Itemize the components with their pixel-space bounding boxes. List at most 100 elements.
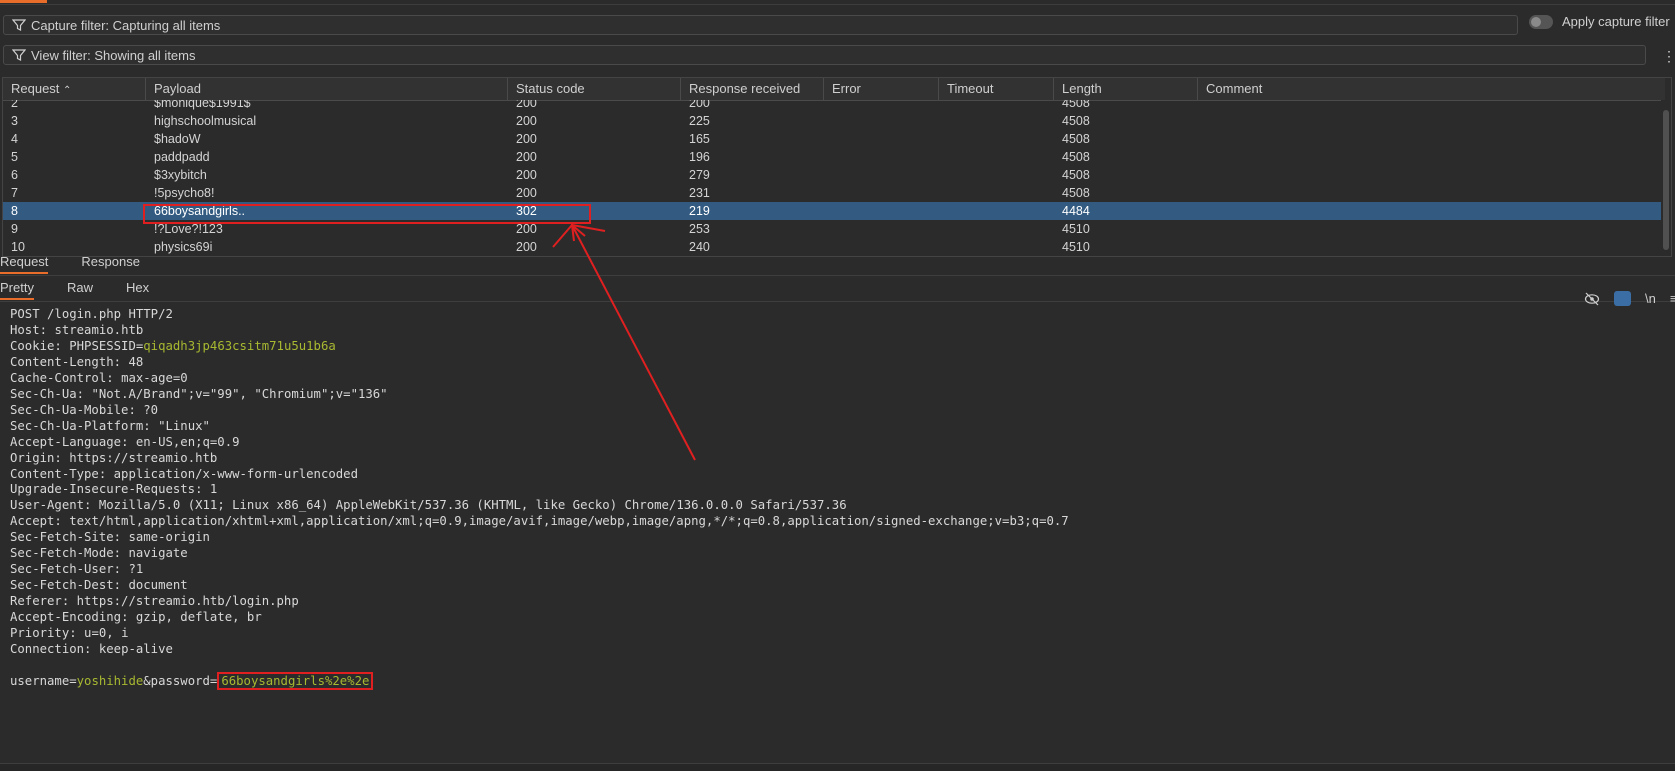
menu-icon[interactable]: ≡ bbox=[1670, 291, 1675, 306]
col-header-timeout[interactable]: Timeout bbox=[939, 78, 1054, 100]
table-body: 2 $monique$1991$ 200 200 4508 3 highschoolmusi… bbox=[3, 100, 1665, 256]
col-header-received[interactable]: Response received bbox=[681, 78, 824, 100]
cell-error bbox=[824, 148, 939, 166]
http-header: Content-Type: application/x-www-form-url… bbox=[10, 466, 358, 481]
message-tabs: Request Response bbox=[0, 248, 173, 274]
cell-status: 200 bbox=[516, 132, 537, 146]
header-name: Sec-Fetch-Mode bbox=[10, 546, 114, 561]
capture-filter-label: Capture filter: Capturing all items bbox=[31, 17, 221, 33]
tab-request[interactable]: Request bbox=[0, 254, 49, 274]
apply-capture-filter-toggle[interactable] bbox=[1529, 14, 1553, 29]
header-name: Sec-Fetch-Dest bbox=[10, 578, 114, 593]
tab-response[interactable]: Response bbox=[81, 254, 140, 274]
cell-request: 8 bbox=[11, 204, 18, 218]
table-row[interactable]: 8 66boysandgirls.. 302 219 4484 bbox=[3, 202, 1665, 220]
table-row[interactable]: 9 !?Love?!123 200 253 4510 bbox=[3, 220, 1665, 238]
col-header-error[interactable]: Error bbox=[824, 78, 939, 100]
cell-comment bbox=[1198, 148, 1665, 166]
word-wrap-icon[interactable] bbox=[1614, 291, 1631, 306]
cell-payload: $hadoW bbox=[154, 132, 201, 146]
col-header-comment[interactable]: Comment bbox=[1198, 78, 1665, 100]
header-value: https://streamio.htb/login.php bbox=[76, 594, 299, 609]
http-header: User-Agent: Mozilla/5.0 (X11; Linux x86_… bbox=[10, 498, 847, 513]
cell-timeout bbox=[939, 184, 1054, 202]
header-value: PHPSESSID=qiqadh3jp463csitm71u5u1b6a bbox=[69, 339, 336, 353]
cell-error bbox=[824, 130, 939, 148]
cell-request: 2 bbox=[11, 100, 18, 110]
param-name: &password= bbox=[143, 673, 218, 688]
header-value: ?1 bbox=[128, 562, 144, 577]
cell-length: 4508 bbox=[1062, 100, 1090, 110]
cell-received: 231 bbox=[689, 186, 710, 200]
header-name: Connection bbox=[10, 641, 85, 656]
cell-length: 4508 bbox=[1062, 150, 1090, 164]
http-header: Origin: https://streamio.htb bbox=[10, 450, 218, 465]
cell-status: 200 bbox=[516, 168, 537, 182]
header-name: Sec-Fetch-User bbox=[10, 562, 114, 577]
table-scrollbar[interactable] bbox=[1661, 100, 1671, 256]
table-row[interactable]: 4 $hadoW 200 165 4508 bbox=[3, 130, 1665, 148]
top-tab-strip bbox=[0, 0, 1675, 5]
cell-error bbox=[824, 238, 939, 256]
cell-status: 200 bbox=[516, 114, 537, 128]
cell-comment bbox=[1198, 202, 1665, 220]
cell-payload: $3xybitch bbox=[154, 168, 207, 182]
http-header: Sec-Ch-Ua-Platform: "Linux" bbox=[10, 418, 210, 433]
tab-pretty[interactable]: Pretty bbox=[0, 280, 34, 300]
col-header-length[interactable]: Length bbox=[1054, 78, 1198, 100]
cell-error bbox=[824, 202, 939, 220]
table-row[interactable]: 5 paddpadd 200 196 4508 bbox=[3, 148, 1665, 166]
cell-status: 200 bbox=[516, 240, 537, 254]
cell-error bbox=[824, 184, 939, 202]
header-name: Sec-Ch-Ua bbox=[10, 386, 77, 401]
table-row[interactable]: 6 $3xybitch 200 279 4508 bbox=[3, 166, 1665, 184]
http-header: Content-Length: 48 bbox=[10, 354, 144, 369]
http-header: Cache-Control: max-age=0 bbox=[10, 370, 188, 385]
filter-icon bbox=[12, 49, 26, 61]
cell-comment bbox=[1198, 112, 1665, 130]
header-name: Sec-Fetch-Site bbox=[10, 530, 114, 545]
active-tab-indicator bbox=[0, 0, 47, 3]
request-editor[interactable]: POST /login.php HTTP/2 Host: streamio.htb… bbox=[0, 307, 1675, 757]
http-header: Sec-Fetch-Site: same-origin bbox=[10, 530, 210, 545]
capture-filter-bar[interactable]: Capture filter: Capturing all items bbox=[3, 15, 1518, 35]
cell-timeout bbox=[939, 148, 1054, 166]
cell-timeout bbox=[939, 112, 1054, 130]
cell-error bbox=[824, 220, 939, 238]
view-filter-bar[interactable]: View filter: Showing all items bbox=[3, 45, 1646, 65]
table-row[interactable]: 10 physics69i 200 240 4510 bbox=[3, 238, 1665, 256]
hide-non-printable-icon[interactable] bbox=[1584, 292, 1600, 306]
cell-comment bbox=[1198, 100, 1665, 112]
newline-toggle[interactable]: \n bbox=[1645, 291, 1656, 306]
cell-status: 302 bbox=[516, 204, 537, 218]
scrollbar-thumb[interactable] bbox=[1663, 110, 1669, 250]
cell-payload: 66boysandgirls.. bbox=[154, 204, 246, 218]
col-header-request[interactable]: Request ⌃ bbox=[3, 78, 146, 100]
http-header: Sec-Fetch-Mode: navigate bbox=[10, 546, 188, 561]
header-value: "Not.A/Brand";v="99", "Chromium";v="136" bbox=[91, 386, 388, 401]
header-name: Host bbox=[10, 322, 40, 337]
request-line: POST /login.php HTTP/2 bbox=[10, 307, 173, 321]
tab-raw[interactable]: Raw bbox=[67, 280, 93, 300]
cell-length: 4508 bbox=[1062, 168, 1090, 182]
more-options-icon[interactable]: ⋮ bbox=[1662, 49, 1675, 63]
cell-comment bbox=[1198, 130, 1665, 148]
table-row[interactable]: 7 !5psycho8! 200 231 4508 bbox=[3, 184, 1665, 202]
cell-request: 6 bbox=[11, 168, 18, 182]
cell-length: 4508 bbox=[1062, 132, 1090, 146]
cell-comment bbox=[1198, 220, 1665, 238]
header-name: Origin bbox=[10, 450, 55, 465]
http-header: Sec-Fetch-User: ?1 bbox=[10, 562, 144, 577]
table-row[interactable]: 3 highschoolmusical 200 225 4508 bbox=[3, 112, 1665, 130]
col-header-status[interactable]: Status code bbox=[508, 78, 681, 100]
cell-length: 4508 bbox=[1062, 114, 1090, 128]
header-value: https://streamio.htb bbox=[69, 450, 218, 465]
header-value: 48 bbox=[128, 354, 144, 369]
tab-hex[interactable]: Hex bbox=[126, 280, 149, 300]
header-name: Accept-Encoding bbox=[10, 610, 122, 625]
header-name: Content-Length bbox=[10, 354, 114, 369]
apply-capture-filter[interactable]: Apply capture filter bbox=[1529, 14, 1670, 29]
col-header-payload[interactable]: Payload bbox=[146, 78, 508, 100]
divider bbox=[0, 301, 1675, 302]
table-row[interactable]: 2 $monique$1991$ 200 200 4508 bbox=[3, 100, 1665, 112]
